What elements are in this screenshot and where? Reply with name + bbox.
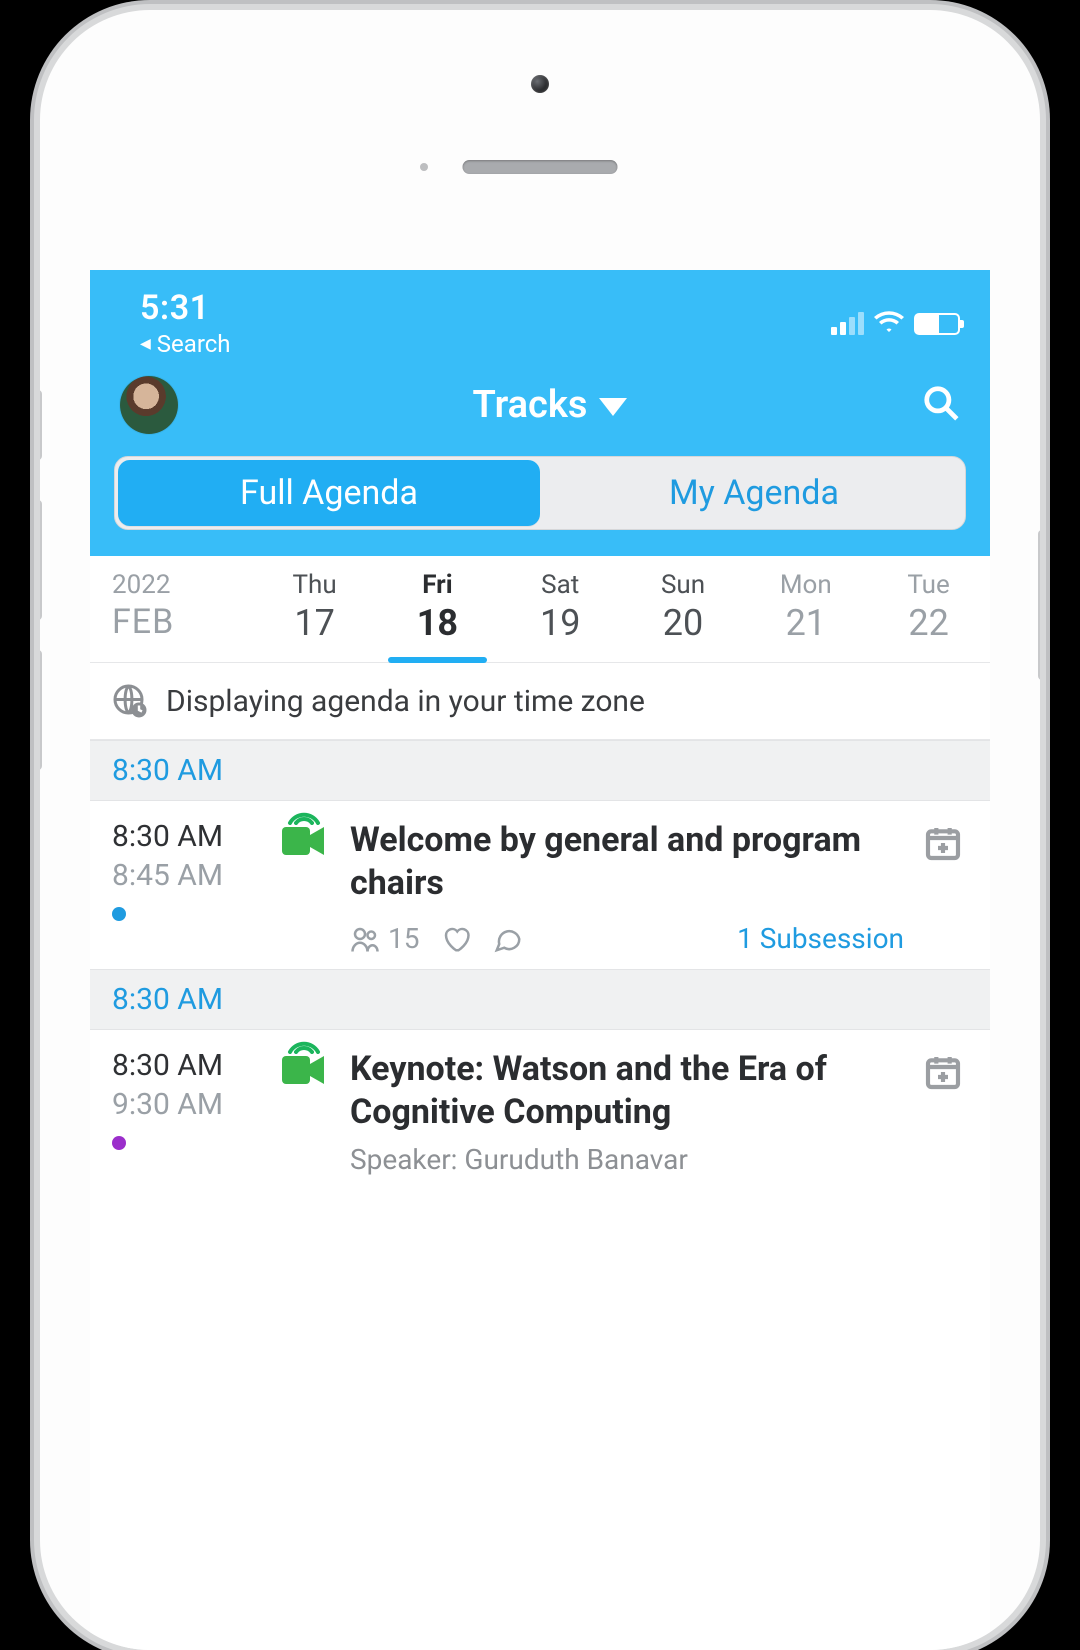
phone-bezel-top — [40, 10, 1040, 270]
back-to-search-label: Search — [157, 330, 231, 358]
track-color-dot — [112, 907, 126, 921]
session-type-icon — [280, 819, 332, 865]
attendees-count[interactable]: 15 — [350, 922, 419, 955]
date-month-year: 2022 FEB — [90, 556, 253, 662]
phone-speaker — [463, 160, 618, 174]
search-button[interactable] — [922, 384, 960, 426]
date-day-tue[interactable]: Tue 22 — [867, 556, 990, 662]
tab-my-agenda[interactable]: My Agenda — [543, 457, 965, 529]
date-year: 2022 — [112, 570, 253, 600]
like-button[interactable] — [441, 924, 471, 954]
timezone-text: Displaying agenda in your time zone — [166, 684, 645, 719]
session-start-time: 8:30 AM — [112, 819, 262, 854]
track-color-dot — [112, 1136, 126, 1150]
app-header: 5:31 Search Tra — [90, 270, 990, 556]
date-month: FEB — [112, 602, 253, 642]
section-time-header: 8:30 AM — [90, 969, 990, 1030]
subsession-link[interactable]: 1 Subsession — [545, 922, 904, 955]
session-start-time: 8:30 AM — [112, 1048, 262, 1083]
date-day-thu[interactable]: Thu 17 — [253, 556, 376, 662]
phone-frame: 5:31 Search Tra — [40, 10, 1040, 1650]
add-to-calendar-button[interactable] — [922, 1052, 972, 1096]
profile-avatar[interactable] — [120, 376, 178, 434]
tab-full-agenda[interactable]: Full Agenda — [118, 460, 540, 526]
phone-proximity-dot — [420, 163, 428, 171]
session-title: Welcome by general and program chairs — [350, 819, 904, 904]
globe-clock-icon — [112, 683, 148, 719]
calendar-add-icon — [922, 1052, 964, 1092]
session-times: 8:30 AM 9:30 AM — [112, 1048, 262, 1150]
chat-bubble-icon — [493, 924, 523, 954]
session-title: Keynote: Watson and the Era of Cognitive… — [350, 1048, 904, 1133]
session-row[interactable]: 8:30 AM 8:45 AM Welcome by general and p… — [90, 801, 990, 969]
timezone-banner[interactable]: Displaying agenda in your time zone — [90, 663, 990, 740]
date-day-sun[interactable]: Sun 20 — [622, 556, 745, 662]
phone-volume-down — [40, 650, 42, 770]
session-type-icon — [280, 1048, 332, 1094]
session-row[interactable]: 8:30 AM 9:30 AM Keynote: Watson and the … — [90, 1030, 990, 1190]
agenda-segmented-control: Full Agenda My Agenda — [114, 456, 966, 530]
date-day-mon[interactable]: Mon 21 — [744, 556, 867, 662]
session-end-time: 9:30 AM — [112, 1087, 262, 1122]
phone-volume-up — [40, 500, 42, 620]
page-title: Tracks — [473, 383, 588, 427]
people-icon — [350, 924, 380, 954]
back-to-search[interactable]: Search — [140, 330, 231, 358]
phone-mute-switch — [40, 390, 42, 460]
video-camera-icon — [280, 821, 332, 865]
app-screen: 5:31 Search Tra — [90, 270, 990, 1650]
date-day-fri[interactable]: Fri 18 — [376, 556, 499, 662]
phone-camera — [531, 75, 549, 93]
date-strip[interactable]: 2022 FEB Thu 17 Fri 18 Sat 19 Sun 20 Mon… — [90, 556, 990, 663]
add-to-calendar-button[interactable] — [922, 823, 972, 867]
cellular-signal-icon — [831, 313, 864, 335]
chevron-down-icon — [599, 398, 627, 416]
status-time: 5:31 — [140, 288, 231, 328]
heart-icon — [441, 924, 471, 954]
session-times: 8:30 AM 8:45 AM — [112, 819, 262, 921]
tracks-dropdown[interactable]: Tracks — [473, 383, 628, 427]
wifi-icon — [874, 310, 904, 338]
section-time-header: 8:30 AM — [90, 740, 990, 801]
status-bar: 5:31 Search — [90, 270, 990, 358]
session-speaker: Speaker: Guruduth Banavar — [350, 1143, 904, 1176]
session-end-time: 8:45 AM — [112, 858, 262, 893]
battery-icon — [914, 313, 960, 335]
date-day-sat[interactable]: Sat 19 — [499, 556, 622, 662]
comment-button[interactable] — [493, 924, 523, 954]
search-icon — [922, 384, 960, 422]
phone-power-button — [1038, 530, 1040, 680]
video-camera-icon — [280, 1050, 332, 1094]
calendar-add-icon — [922, 823, 964, 863]
